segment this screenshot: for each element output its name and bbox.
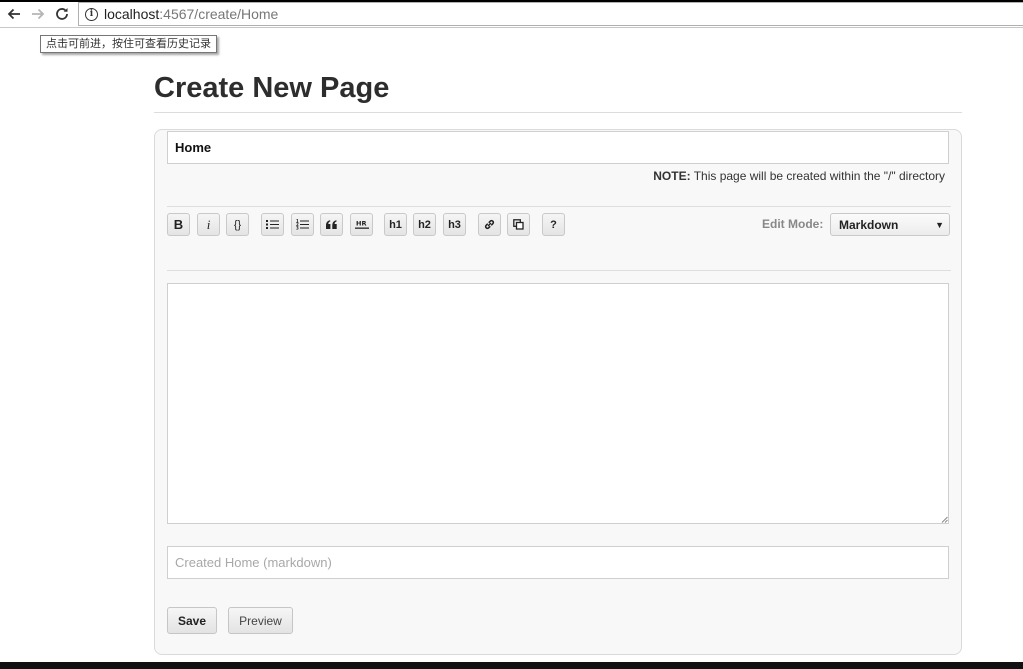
link-button[interactable] — [478, 213, 501, 236]
edit-mode-value: Markdown — [839, 217, 899, 232]
svg-text:3: 3 — [296, 226, 299, 231]
heading3-button[interactable]: h3 — [443, 213, 466, 236]
save-button[interactable]: Save — [167, 607, 217, 634]
horizontal-rule-button[interactable]: HR — [350, 213, 373, 236]
bold-button[interactable]: B — [167, 213, 190, 236]
toolbar-top-divider — [167, 206, 951, 207]
preview-button[interactable]: Preview — [228, 607, 293, 634]
note-label: NOTE: — [653, 169, 691, 183]
window-bottom-edge — [0, 662, 1023, 669]
quote-icon — [326, 220, 337, 229]
heading2-label: h2 — [418, 218, 431, 231]
arrow-left-icon — [7, 8, 20, 20]
italic-label: i — [206, 216, 211, 232]
blockquote-button[interactable] — [320, 213, 343, 236]
title-divider — [154, 112, 962, 113]
heading2-button[interactable]: h2 — [413, 213, 436, 236]
code-label: {} — [233, 218, 242, 231]
edit-mode-select[interactable]: Markdown ▼ — [830, 213, 950, 236]
help-button[interactable]: ? — [542, 213, 565, 236]
numbered-list-icon: 1 2 3 — [296, 219, 309, 230]
link-icon — [484, 219, 495, 230]
address-bar[interactable]: i localhost:4567/create/Home — [78, 2, 1023, 26]
forward-tooltip: 点击可前进，按住可查看历史记录 — [40, 35, 217, 53]
heading3-label: h3 — [448, 218, 461, 231]
url-host: localhost — [104, 6, 160, 22]
heading1-label: h1 — [389, 218, 402, 231]
svg-text:HR: HR — [356, 220, 366, 228]
image-button[interactable] — [507, 213, 530, 236]
note-text: This page will be created within the "/"… — [690, 169, 945, 183]
browser-toolbar: i localhost:4567/create/Home — [0, 2, 1023, 28]
dropdown-arrow-icon: ▼ — [935, 220, 944, 230]
info-icon[interactable]: i — [85, 7, 98, 21]
url-path: :4567/create/Home — [159, 6, 279, 22]
directory-note: NOTE: This page will be created within t… — [653, 169, 945, 183]
code-button[interactable]: {} — [226, 213, 249, 236]
page-title: Create New Page — [154, 72, 390, 104]
horizontal-rule-icon: HR — [354, 220, 369, 229]
edit-mode-label: Edit Mode: — [762, 217, 824, 231]
italic-button[interactable]: i — [197, 213, 220, 236]
arrow-right-icon — [32, 8, 45, 20]
help-label: ? — [550, 218, 557, 231]
ordered-list-button[interactable]: 1 2 3 — [291, 213, 314, 236]
resize-grip-icon[interactable] — [940, 515, 948, 523]
bullet-list-icon — [266, 220, 279, 229]
reload-button[interactable] — [52, 4, 72, 24]
unordered-list-button[interactable] — [261, 213, 284, 236]
create-page-form: NOTE: This page will be created within t… — [154, 129, 962, 655]
back-button[interactable] — [4, 4, 24, 24]
bold-label: B — [173, 217, 184, 232]
forward-button[interactable] — [28, 4, 48, 24]
toolbar-bottom-divider — [167, 270, 951, 271]
commit-message-input[interactable] — [167, 546, 949, 579]
content-editor[interactable] — [167, 283, 949, 524]
page-name-input[interactable] — [167, 131, 949, 164]
reload-icon — [56, 8, 68, 20]
heading1-button[interactable]: h1 — [384, 213, 407, 236]
image-icon — [513, 219, 524, 230]
